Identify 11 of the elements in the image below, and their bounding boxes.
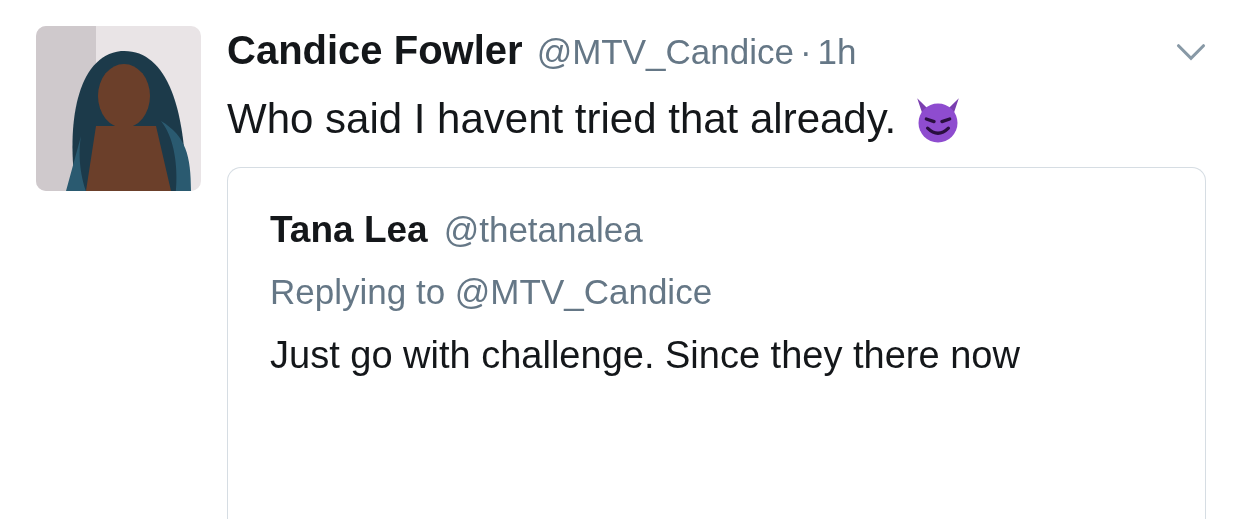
separator-dot: ·: [799, 31, 812, 73]
quoted-author-handle: @thetanalea: [443, 208, 643, 251]
quoted-tweet-text: Just go with challenge. Since they there now: [270, 333, 1021, 378]
author-name[interactable]: Candice Fowler: [227, 28, 523, 72]
replying-to-text: Replying to @MTV_Candice: [270, 271, 714, 313]
chevron-down-icon[interactable]: [1176, 43, 1206, 62]
quoted-tweet-card[interactable]: Tana Lea @thetanalea Replying to @MTV_Candice Just go with challenge. Since they there now: [227, 166, 1206, 519]
tweet-text: Who said I havent tried that already.: [227, 93, 897, 144]
author-handle[interactable]: @MTV_Candice: [536, 26, 794, 79]
quoted-author-name: Tana Lea: [270, 207, 428, 252]
tweet-time[interactable]: 1h: [817, 26, 857, 79]
